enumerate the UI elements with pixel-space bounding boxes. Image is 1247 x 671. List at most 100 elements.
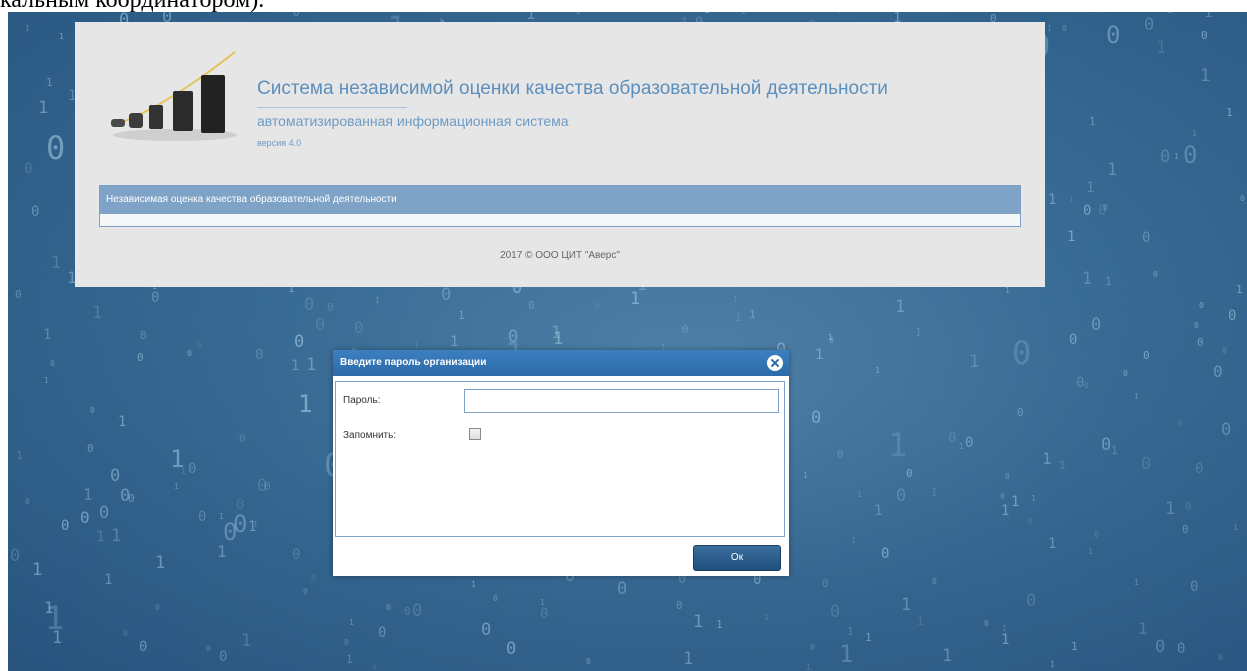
- svg-text:1: 1: [52, 628, 62, 648]
- svg-text:1: 1: [1082, 269, 1092, 289]
- svg-text:0: 0: [1221, 420, 1231, 440]
- svg-text:1: 1: [1047, 24, 1052, 33]
- svg-text:0: 0: [46, 129, 65, 167]
- svg-text:0: 0: [1005, 472, 1010, 481]
- svg-text:0: 0: [303, 587, 308, 596]
- svg-text:1: 1: [875, 366, 880, 375]
- svg-text:0: 0: [378, 625, 386, 641]
- svg-text:0: 0: [412, 601, 422, 621]
- svg-text:1: 1: [553, 329, 563, 349]
- dialog-titlebar: Введите пароль организации: [333, 350, 789, 376]
- svg-text:1: 1: [942, 646, 952, 666]
- svg-text:0: 0: [50, 359, 55, 368]
- svg-text:1: 1: [1226, 106, 1233, 119]
- svg-text:0: 0: [292, 547, 300, 563]
- svg-text:1: 1: [888, 426, 907, 464]
- svg-text:1: 1: [733, 295, 738, 304]
- svg-text:1: 1: [915, 326, 922, 339]
- svg-text:0: 0: [198, 509, 206, 525]
- close-circle-icon[interactable]: [767, 355, 783, 371]
- svg-text:0: 0: [1182, 523, 1189, 536]
- svg-text:1: 1: [96, 529, 104, 545]
- svg-text:0: 0: [829, 336, 834, 345]
- svg-text:1: 1: [111, 526, 121, 546]
- svg-text:1: 1: [749, 308, 756, 321]
- svg-text:1: 1: [1236, 283, 1243, 296]
- svg-text:0: 0: [1199, 301, 1204, 310]
- svg-text:1: 1: [44, 598, 54, 617]
- svg-text:1: 1: [1071, 640, 1078, 653]
- svg-text:0: 0: [223, 518, 237, 546]
- svg-text:1: 1: [471, 580, 476, 589]
- svg-text:1: 1: [1107, 160, 1117, 180]
- nav-bar: Независимая оценка качества образователь…: [99, 185, 1021, 227]
- svg-text:0: 0: [264, 480, 271, 493]
- password-input[interactable]: [464, 389, 779, 413]
- svg-text:1: 1: [59, 32, 64, 41]
- svg-text:0: 0: [1000, 492, 1005, 501]
- remember-checkbox[interactable]: [469, 428, 481, 440]
- svg-text:1: 1: [1134, 392, 1139, 401]
- svg-text:1: 1: [1048, 536, 1056, 552]
- svg-text:1: 1: [1156, 38, 1166, 58]
- svg-text:0: 0: [837, 448, 844, 461]
- svg-text:0: 0: [811, 408, 821, 428]
- svg-text:1: 1: [92, 303, 102, 323]
- svg-text:0: 0: [1153, 270, 1158, 279]
- svg-text:0: 0: [1197, 336, 1204, 349]
- svg-text:1: 1: [803, 471, 808, 480]
- svg-text:1: 1: [46, 76, 53, 89]
- svg-text:1: 1: [1088, 547, 1093, 556]
- svg-text:0: 0: [1201, 29, 1208, 42]
- svg-text:1: 1: [349, 618, 354, 627]
- svg-text:1: 1: [931, 486, 938, 499]
- svg-text:1: 1: [874, 503, 882, 519]
- svg-text:0: 0: [1155, 637, 1165, 657]
- svg-text:1: 1: [740, 12, 747, 17]
- svg-text:0: 0: [31, 204, 39, 220]
- svg-text:0: 0: [830, 602, 840, 622]
- svg-text:1: 1: [83, 485, 93, 504]
- svg-text:0: 0: [441, 285, 451, 305]
- svg-text:1: 1: [1042, 449, 1052, 468]
- svg-text:0: 0: [372, 663, 377, 671]
- svg-text:0: 0: [1103, 203, 1108, 212]
- svg-text:0: 0: [1106, 21, 1120, 49]
- svg-text:0: 0: [1144, 15, 1154, 35]
- svg-text:0: 0: [140, 329, 147, 342]
- svg-text:0: 0: [1026, 591, 1036, 611]
- nav-bar-link[interactable]: Независимая оценка качества образователь…: [106, 194, 397, 205]
- svg-text:0: 0: [1183, 141, 1197, 169]
- svg-text:0: 0: [315, 315, 325, 335]
- svg-text:0: 0: [219, 649, 227, 665]
- svg-text:1: 1: [895, 297, 905, 317]
- ok-button[interactable]: Ок: [693, 545, 781, 571]
- svg-text:0: 0: [10, 546, 20, 566]
- svg-text:1: 1: [44, 376, 49, 385]
- svg-text:0: 0: [1142, 230, 1150, 246]
- svg-text:1: 1: [1134, 578, 1139, 587]
- svg-text:1: 1: [1059, 459, 1066, 472]
- svg-text:0: 0: [1222, 346, 1227, 355]
- svg-text:1: 1: [1031, 494, 1036, 503]
- svg-text:1: 1: [716, 618, 723, 631]
- svg-text:0: 0: [151, 290, 159, 306]
- svg-text:1: 1: [298, 390, 312, 418]
- svg-text:1: 1: [1138, 619, 1148, 638]
- svg-text:0: 0: [1218, 653, 1223, 662]
- svg-text:0: 0: [293, 12, 300, 19]
- svg-text:1: 1: [1204, 12, 1212, 21]
- svg-text:0: 0: [1190, 579, 1198, 595]
- svg-text:0: 0: [481, 620, 491, 640]
- svg-text:0: 0: [528, 299, 535, 312]
- svg-text:0: 0: [1178, 419, 1183, 428]
- svg-text:0: 0: [128, 492, 135, 505]
- svg-text:0: 0: [1240, 194, 1245, 203]
- svg-text:0: 0: [1165, 12, 1175, 18]
- svg-text:0: 0: [595, 302, 600, 311]
- svg-text:1: 1: [1174, 152, 1179, 161]
- svg-text:1: 1: [764, 613, 769, 622]
- svg-text:0: 0: [906, 467, 913, 480]
- svg-text:0: 0: [682, 323, 689, 336]
- svg-text:0: 0: [187, 349, 192, 358]
